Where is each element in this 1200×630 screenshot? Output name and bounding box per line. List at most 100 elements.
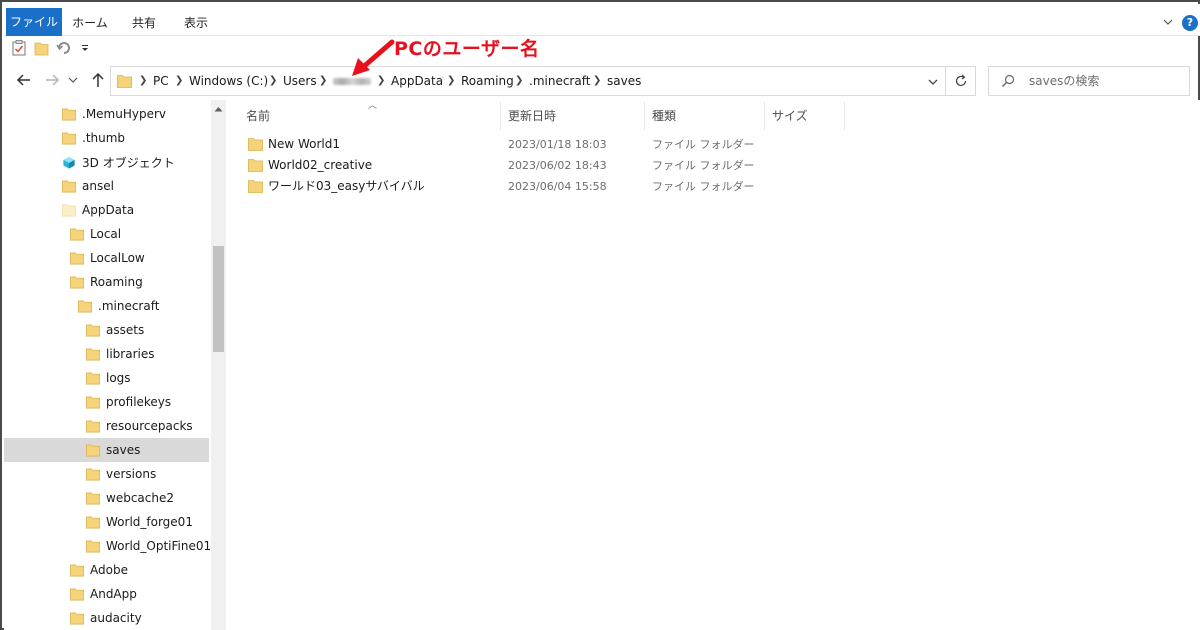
nav-item-label: libraries bbox=[106, 347, 155, 361]
back-arrow-icon[interactable] bbox=[14, 70, 34, 90]
breadcrumb-separator-icon: ❯ bbox=[515, 75, 524, 86]
folder-icon bbox=[86, 444, 100, 456]
nav-item[interactable]: 3D オブジェクト bbox=[4, 150, 209, 174]
breadcrumb-roaming[interactable]: Roaming bbox=[461, 67, 514, 95]
undo-icon[interactable] bbox=[56, 40, 72, 56]
column-divider[interactable] bbox=[500, 102, 501, 130]
nav-item[interactable]: resourcepacks bbox=[4, 414, 209, 438]
refresh-button[interactable] bbox=[946, 66, 976, 96]
breadcrumb-separator-icon: ❯ bbox=[139, 75, 148, 86]
nav-item-label: Roaming bbox=[90, 275, 143, 289]
nav-item[interactable]: AppData bbox=[4, 198, 209, 222]
3d-objects-icon bbox=[63, 156, 75, 169]
nav-item[interactable]: saves bbox=[4, 438, 209, 462]
column-header-type[interactable]: 種類 bbox=[652, 102, 676, 130]
nav-item[interactable]: webcache2 bbox=[4, 486, 209, 510]
folder-icon bbox=[86, 348, 100, 360]
folder-icon bbox=[70, 564, 84, 576]
nav-item[interactable]: World_OptiFine01 bbox=[4, 534, 212, 558]
customize-toolbar-icon[interactable] bbox=[80, 44, 90, 54]
column-header-size[interactable]: サイズ bbox=[772, 102, 808, 130]
search-input[interactable]: savesの検索 bbox=[988, 66, 1190, 96]
new-folder-icon[interactable] bbox=[34, 40, 49, 56]
column-header-modified[interactable]: 更新日時 bbox=[508, 102, 556, 130]
nav-item[interactable]: versions bbox=[4, 462, 209, 486]
nav-item-label: profilekeys bbox=[106, 395, 172, 409]
breadcrumb-windows-c[interactable]: Windows (C:) bbox=[189, 67, 268, 95]
navigation-scrollbar[interactable] bbox=[211, 100, 226, 630]
nav-item-label: World_forge01 bbox=[106, 515, 193, 529]
file-name: World02_creative bbox=[268, 158, 373, 172]
breadcrumb-appdata[interactable]: AppData bbox=[391, 67, 443, 95]
nav-item[interactable]: assets bbox=[4, 318, 209, 342]
file-row[interactable]: World02_creative 2023/06/02 18:43 ファイル フォル… bbox=[246, 155, 806, 176]
help-icon[interactable]: ? bbox=[1182, 15, 1198, 31]
nav-item-label: World_OptiFine01 bbox=[106, 539, 212, 553]
nav-item-label: versions bbox=[106, 467, 157, 481]
breadcrumb-separator-icon: ❯ bbox=[175, 75, 184, 86]
folder-icon bbox=[86, 516, 100, 528]
folder-icon bbox=[62, 108, 76, 120]
annotation-label: PCのユーザー名 bbox=[394, 38, 540, 60]
address-bar[interactable]: ❯ PC ❯ Windows (C:) ❯ Users ❯ ❯ AppData … bbox=[110, 66, 946, 96]
folder-icon bbox=[248, 138, 263, 151]
up-arrow-icon[interactable] bbox=[88, 70, 108, 90]
scrollbar-thumb[interactable] bbox=[213, 246, 224, 352]
breadcrumb-username-blurred[interactable] bbox=[333, 78, 371, 85]
breadcrumb-users[interactable]: Users bbox=[283, 67, 317, 95]
column-divider[interactable] bbox=[644, 102, 645, 130]
tab-view[interactable]: 表示 bbox=[174, 10, 218, 36]
forward-arrow-icon[interactable] bbox=[42, 70, 62, 90]
nav-item-label: saves bbox=[106, 443, 141, 457]
nav-item-label: Adobe bbox=[90, 563, 128, 577]
properties-icon[interactable] bbox=[12, 40, 26, 56]
nav-item[interactable]: .MemuHyperv bbox=[4, 102, 209, 126]
nav-item[interactable]: audacity bbox=[4, 606, 209, 630]
column-divider[interactable] bbox=[764, 102, 765, 130]
folder-icon bbox=[117, 75, 132, 88]
breadcrumb-minecraft[interactable]: .minecraft bbox=[529, 67, 590, 95]
column-header-name[interactable]: 名前 bbox=[246, 102, 270, 130]
folder-icon bbox=[86, 396, 100, 408]
tab-file[interactable]: ファイル bbox=[6, 8, 62, 36]
recent-locations-chevron-icon[interactable] bbox=[66, 70, 80, 90]
tab-share[interactable]: 共有 bbox=[122, 10, 166, 36]
folder-icon bbox=[86, 420, 100, 432]
search-icon bbox=[1002, 74, 1015, 87]
tab-home[interactable]: ホーム bbox=[68, 10, 112, 36]
ribbon-expand-chevron-icon[interactable] bbox=[1162, 16, 1174, 28]
nav-item[interactable]: Local bbox=[4, 222, 209, 246]
file-list-pane: 名前 ︿ 更新日時 種類 サイズ New World1 2023/01/18 18… bbox=[226, 100, 1200, 630]
nav-item-label: 3D オブジェクト bbox=[82, 155, 175, 170]
address-dropdown-chevron-icon[interactable] bbox=[925, 75, 941, 89]
file-modified: 2023/06/02 18:43 bbox=[508, 159, 607, 172]
breadcrumb-saves[interactable]: saves bbox=[607, 67, 641, 95]
nav-item[interactable]: World_forge01 bbox=[4, 510, 209, 534]
folder-icon bbox=[70, 228, 84, 240]
nav-item[interactable]: .minecraft bbox=[4, 294, 209, 318]
folder-icon bbox=[86, 468, 100, 480]
file-row[interactable]: ワールド03_easyサバイバル 2023/06/04 15:58 ファイル フォル… bbox=[246, 176, 806, 197]
nav-item[interactable]: Roaming bbox=[4, 270, 209, 294]
folder-icon bbox=[86, 324, 100, 336]
nav-item[interactable]: LocalLow bbox=[4, 246, 209, 270]
file-type: ファイル フォルダー bbox=[652, 138, 755, 151]
nav-item[interactable]: .thumb bbox=[4, 126, 209, 150]
nav-item-label: .MemuHyperv bbox=[82, 107, 167, 121]
nav-item[interactable]: Adobe bbox=[4, 558, 209, 582]
nav-item[interactable]: libraries bbox=[4, 342, 209, 366]
scroll-up-arrow-icon[interactable] bbox=[214, 106, 223, 112]
nav-item[interactable]: AndApp bbox=[4, 582, 209, 606]
nav-item[interactable]: ansel bbox=[4, 174, 209, 198]
breadcrumb-pc[interactable]: PC bbox=[153, 67, 169, 95]
breadcrumb-separator-icon: ❯ bbox=[593, 75, 602, 86]
file-type: ファイル フォルダー bbox=[652, 159, 755, 172]
file-row[interactable]: New World1 2023/01/18 18:03 ファイル フォルダー bbox=[246, 134, 806, 155]
column-divider[interactable] bbox=[844, 102, 845, 130]
file-modified: 2023/06/04 15:58 bbox=[508, 180, 607, 193]
nav-item-label: webcache2 bbox=[106, 491, 174, 505]
nav-item[interactable]: logs bbox=[4, 366, 209, 390]
nav-item-label: assets bbox=[106, 323, 145, 337]
nav-item[interactable]: profilekeys bbox=[4, 390, 209, 414]
folder-icon bbox=[62, 132, 76, 144]
